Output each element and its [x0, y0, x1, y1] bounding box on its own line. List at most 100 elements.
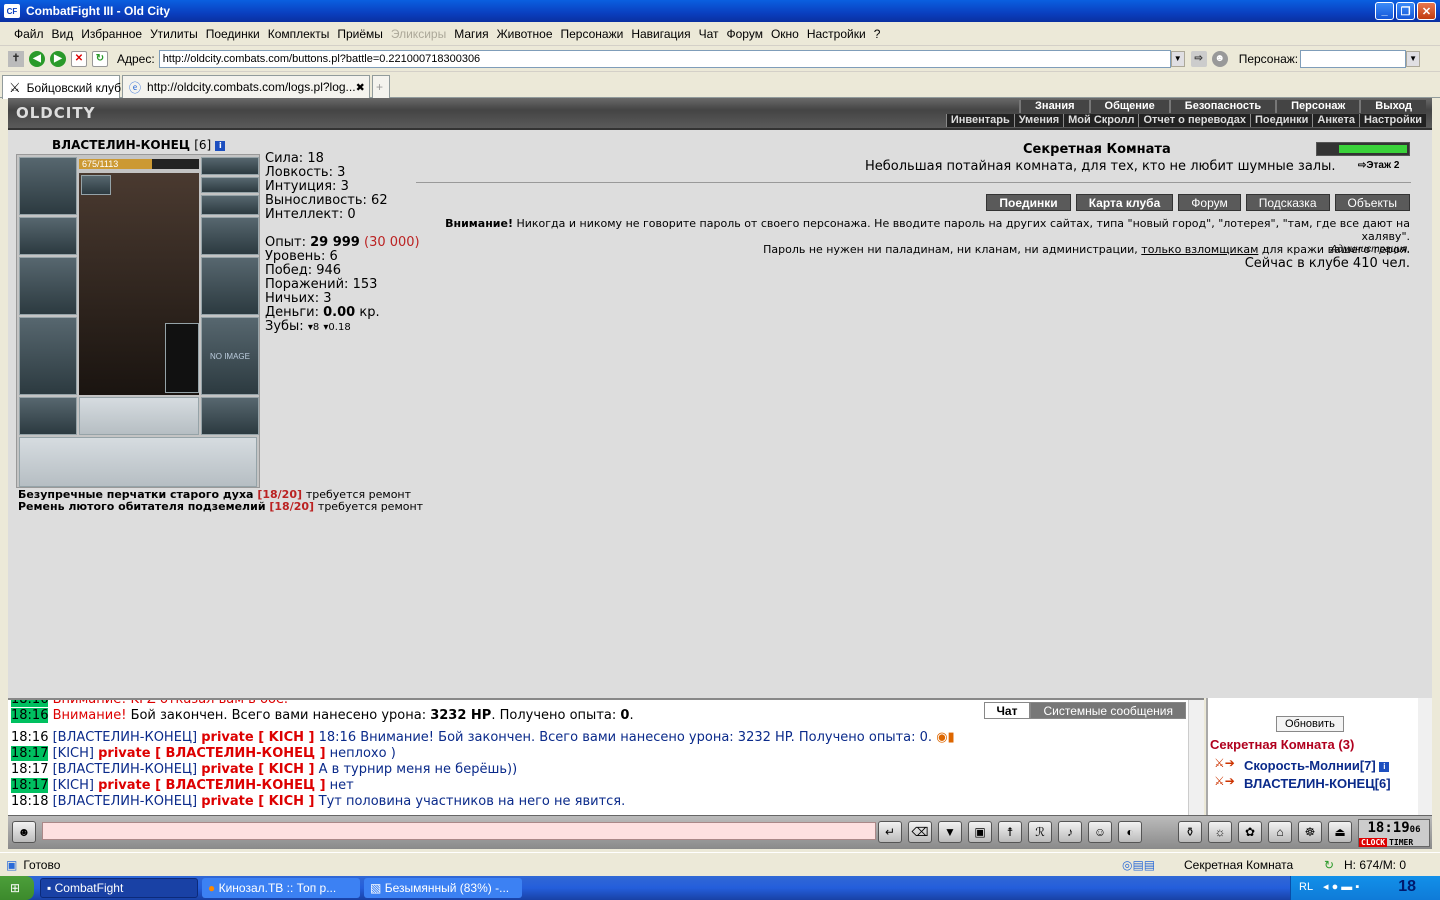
- forward-icon[interactable]: ▶: [50, 50, 66, 67]
- bag-icon[interactable]: ⚱: [1178, 821, 1202, 843]
- sound-icon[interactable]: ♪: [1058, 821, 1082, 843]
- gloves-slot[interactable]: [201, 217, 259, 255]
- helmet-slot[interactable]: [19, 157, 77, 215]
- chat-sender[interactable]: [ВЛАСТЕЛИН-КОНЕЦ]: [53, 762, 197, 777]
- tab-chat[interactable]: Чат: [983, 702, 1031, 719]
- task-paint[interactable]: ▧ Безымянный (83%) -...: [364, 878, 522, 898]
- tray-icons[interactable]: ◂ ● ▬ ▪: [1323, 880, 1359, 893]
- subnav-profile[interactable]: Анкета: [1312, 114, 1359, 127]
- tab-system-messages[interactable]: Системные сообщения: [1030, 702, 1186, 719]
- floor-link[interactable]: ⇨Этаж 2: [1358, 160, 1399, 171]
- persona-dropdown-icon[interactable]: ▼: [1406, 50, 1421, 67]
- menu-utilities[interactable]: Утилиты: [146, 27, 202, 41]
- chat-sender[interactable]: [KICH]: [53, 746, 94, 761]
- swords-arrow-icon[interactable]: ⚔➔: [1214, 756, 1235, 770]
- menu-techniques[interactable]: Приёмы: [333, 27, 387, 41]
- treasure-icon[interactable]: ☼: [1208, 821, 1232, 843]
- tab-logs[interactable]: ⓔ http://oldcity.combats.com/logs.pl?log…: [122, 75, 370, 98]
- address-input[interactable]: http://oldcity.combats.com/buttons.pl?ba…: [158, 49, 1171, 68]
- menu-favorites[interactable]: Избранное: [77, 27, 146, 41]
- subnav-transfers[interactable]: Отчет о переводах: [1138, 114, 1250, 127]
- send-icon[interactable]: ↵: [878, 821, 902, 843]
- menu-forum[interactable]: Форум: [723, 27, 767, 41]
- nav-exit[interactable]: Выход: [1359, 100, 1426, 113]
- back-icon[interactable]: ◀: [29, 50, 45, 67]
- address-dropdown-icon[interactable]: ▼: [1170, 50, 1185, 67]
- menu-view[interactable]: Вид: [48, 27, 78, 41]
- refresh-button[interactable]: Обновить: [1276, 716, 1344, 732]
- battles-button[interactable]: Поединки: [986, 194, 1071, 211]
- chat-input[interactable]: [42, 822, 876, 840]
- menu-window[interactable]: Окно: [767, 27, 803, 41]
- club-map-button[interactable]: Карта клуба: [1075, 194, 1174, 211]
- swords-arrow-icon[interactable]: ⚔➔: [1214, 774, 1235, 788]
- subnav-settings[interactable]: Настройки: [1358, 114, 1426, 127]
- persona-select[interactable]: [1300, 49, 1407, 68]
- language-indicator[interactable]: RL: [1299, 881, 1313, 893]
- new-tab-button[interactable]: +: [372, 75, 390, 98]
- armor-slot[interactable]: [19, 317, 77, 395]
- task-browser[interactable]: ● Кинозал.ТВ :: Топ р...: [202, 878, 360, 898]
- user-entry[interactable]: Скорость-Молнии[7] i: [1244, 758, 1390, 773]
- refresh-icon[interactable]: ↻: [1324, 858, 1334, 872]
- info-icon[interactable]: i: [215, 140, 226, 151]
- helmet-icon[interactable]: ◐: [1118, 821, 1142, 843]
- bracers-slot[interactable]: [19, 217, 77, 255]
- start-button[interactable]: ⊞: [0, 876, 34, 900]
- nav-knowledge[interactable]: Знания: [1019, 100, 1089, 113]
- save-icon[interactable]: ▣: [968, 821, 992, 843]
- pet-slot[interactable]: [165, 323, 199, 393]
- house-icon[interactable]: ⌂: [1268, 821, 1292, 843]
- chat-scrollbar[interactable]: [1188, 700, 1204, 815]
- hint-button[interactable]: Подсказка: [1245, 194, 1330, 211]
- close-button[interactable]: ✕: [1417, 2, 1436, 20]
- menu-help[interactable]: ?: [870, 27, 885, 41]
- tools-icon[interactable]: ✿: [1238, 821, 1262, 843]
- user-entry[interactable]: ВЛАСТЕЛИН-КОНЕЦ[6]: [1244, 776, 1391, 791]
- chat-sender[interactable]: [KICH]: [53, 778, 94, 793]
- menu-battles[interactable]: Поединки: [202, 27, 264, 41]
- menu-settings[interactable]: Настройки: [803, 27, 870, 41]
- users-icon[interactable]: ☻: [1211, 50, 1228, 67]
- rings-slot[interactable]: [201, 195, 259, 215]
- minimize-button[interactable]: _: [1375, 2, 1394, 20]
- runes-slot[interactable]: [79, 397, 199, 435]
- nav-character[interactable]: Персонаж: [1275, 100, 1360, 113]
- hackers-link[interactable]: только взломщикам: [1141, 243, 1258, 256]
- amulet-slot[interactable]: [201, 177, 259, 193]
- smile-face-icon[interactable]: ☻: [12, 821, 36, 843]
- subnav-battles[interactable]: Поединки: [1249, 114, 1313, 127]
- menu-chat[interactable]: Чат: [695, 27, 723, 41]
- menu-animal[interactable]: Животное: [493, 27, 557, 41]
- menu-navigation[interactable]: Навигация: [627, 27, 694, 41]
- eraser-icon[interactable]: ⌫: [908, 821, 932, 843]
- nav-social[interactable]: Общение: [1088, 100, 1169, 113]
- menu-sets[interactable]: Комплекты: [264, 27, 334, 41]
- chat-sender[interactable]: [ВЛАСТЕЛИН-КОНЕЦ]: [53, 730, 197, 745]
- maximize-button[interactable]: ❐: [1396, 2, 1415, 20]
- battle-log-icon[interactable]: ◉▮: [936, 730, 955, 745]
- subnav-skills[interactable]: Умения: [1013, 114, 1064, 127]
- refresh-icon[interactable]: ↻: [92, 50, 108, 67]
- emoticon-icon[interactable]: ☺: [1088, 821, 1112, 843]
- forum-button[interactable]: Форум: [1178, 194, 1241, 211]
- menu-magic[interactable]: Магия: [450, 27, 492, 41]
- userlist-scrollbar[interactable]: [1418, 698, 1432, 815]
- stop-icon[interactable]: ✕: [71, 50, 87, 67]
- go-icon[interactable]: ⇨: [1190, 50, 1207, 67]
- exit-icon[interactable]: ⏏: [1328, 821, 1352, 843]
- scrolls-slot[interactable]: [19, 437, 257, 487]
- filter-icon[interactable]: ▼: [938, 821, 962, 843]
- pin-icon[interactable]: ✝: [8, 50, 24, 67]
- boots-slot[interactable]: [201, 397, 259, 435]
- tab-fight-club[interactable]: ⚔ Бойцовский клуб: [2, 75, 121, 99]
- menu-file[interactable]: Файл: [10, 27, 48, 41]
- translit-icon[interactable]: ℛ: [1028, 821, 1052, 843]
- menu-characters[interactable]: Персонажи: [557, 27, 628, 41]
- figure-icon[interactable]: ☨: [998, 821, 1022, 843]
- belt-slot[interactable]: [19, 397, 77, 435]
- chat-sender[interactable]: [ВЛАСТЕЛИН-КОНЕЦ]: [53, 794, 197, 809]
- tab-close-icon[interactable]: ✖: [356, 81, 365, 94]
- empty-slot[interactable]: NO IMAGE: [201, 317, 259, 395]
- nav-security[interactable]: Безопасность: [1168, 100, 1276, 113]
